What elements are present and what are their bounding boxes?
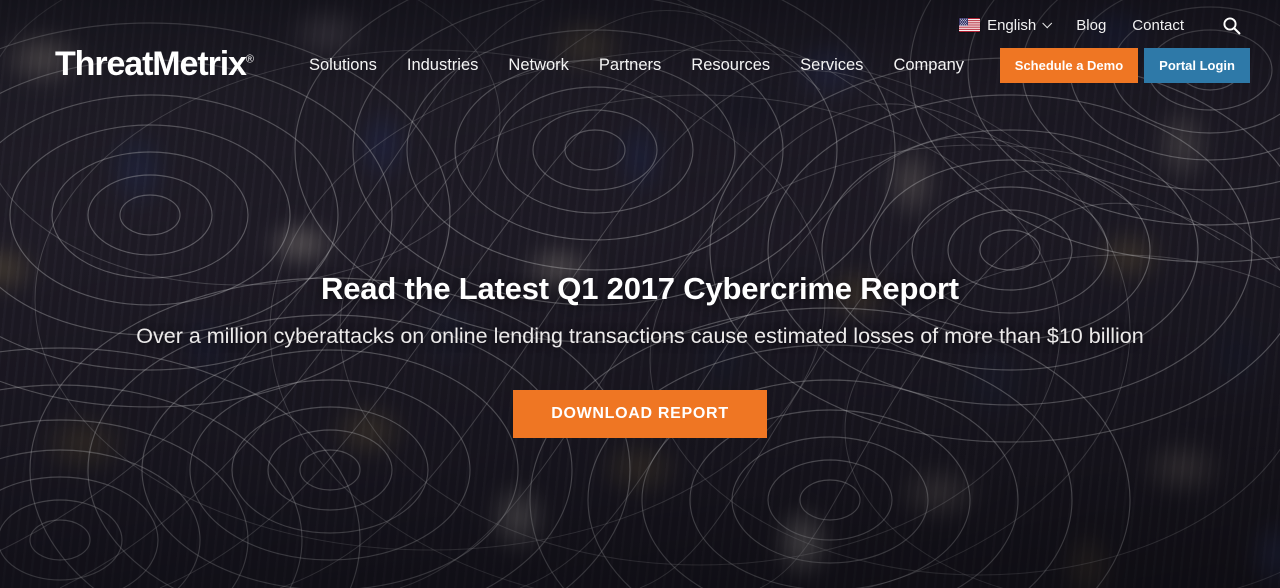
nav-item-resources[interactable]: Resources	[676, 48, 785, 83]
hero-section: English Blog Contact ThreatMetrix® Solut…	[0, 0, 1280, 588]
search-icon[interactable]	[1220, 14, 1242, 36]
nav-item-network[interactable]: Network	[493, 48, 584, 83]
language-label: English	[987, 16, 1037, 34]
utility-link-blog[interactable]: Blog	[1076, 17, 1106, 34]
brand-logo-text: ThreatMetrix	[55, 45, 247, 83]
hero-content: Read the Latest Q1 2017 Cybercrime Repor…	[0, 270, 1280, 439]
header-cta-group: Schedule a Demo Portal Login	[999, 47, 1250, 83]
nav-item-services[interactable]: Services	[785, 48, 878, 83]
download-report-button[interactable]: DOWNLOAD REPORT	[513, 390, 767, 439]
nav-item-partners[interactable]: Partners	[584, 48, 676, 83]
main-nav-bar: ThreatMetrix® Solutions Industries Netwo…	[0, 36, 1280, 94]
portal-login-button[interactable]: Portal Login	[1144, 47, 1250, 83]
site-header: English Blog Contact ThreatMetrix® Solut…	[0, 0, 1280, 100]
chevron-down-icon	[1042, 17, 1053, 28]
hero-subheadline: Over a million cyberattacks on online le…	[136, 324, 1144, 349]
brand-logo[interactable]: ThreatMetrix®	[55, 47, 254, 81]
utility-nav: English Blog Contact	[0, 0, 1280, 36]
hero-cta-wrapper: DOWNLOAD REPORT	[40, 390, 1240, 439]
nav-item-company[interactable]: Company	[878, 48, 979, 83]
schedule-demo-button[interactable]: Schedule a Demo	[999, 47, 1139, 83]
brand-registered-mark: ®	[245, 53, 254, 66]
hero-headline: Read the Latest Q1 2017 Cybercrime Repor…	[321, 271, 959, 306]
language-selector[interactable]: English	[959, 16, 1053, 34]
utility-link-contact[interactable]: Contact	[1132, 17, 1184, 34]
us-flag-icon	[959, 18, 981, 32]
nav-item-industries[interactable]: Industries	[392, 48, 494, 83]
nav-item-solutions[interactable]: Solutions	[294, 48, 392, 83]
primary-navigation: Solutions Industries Network Partners Re…	[294, 48, 1000, 83]
